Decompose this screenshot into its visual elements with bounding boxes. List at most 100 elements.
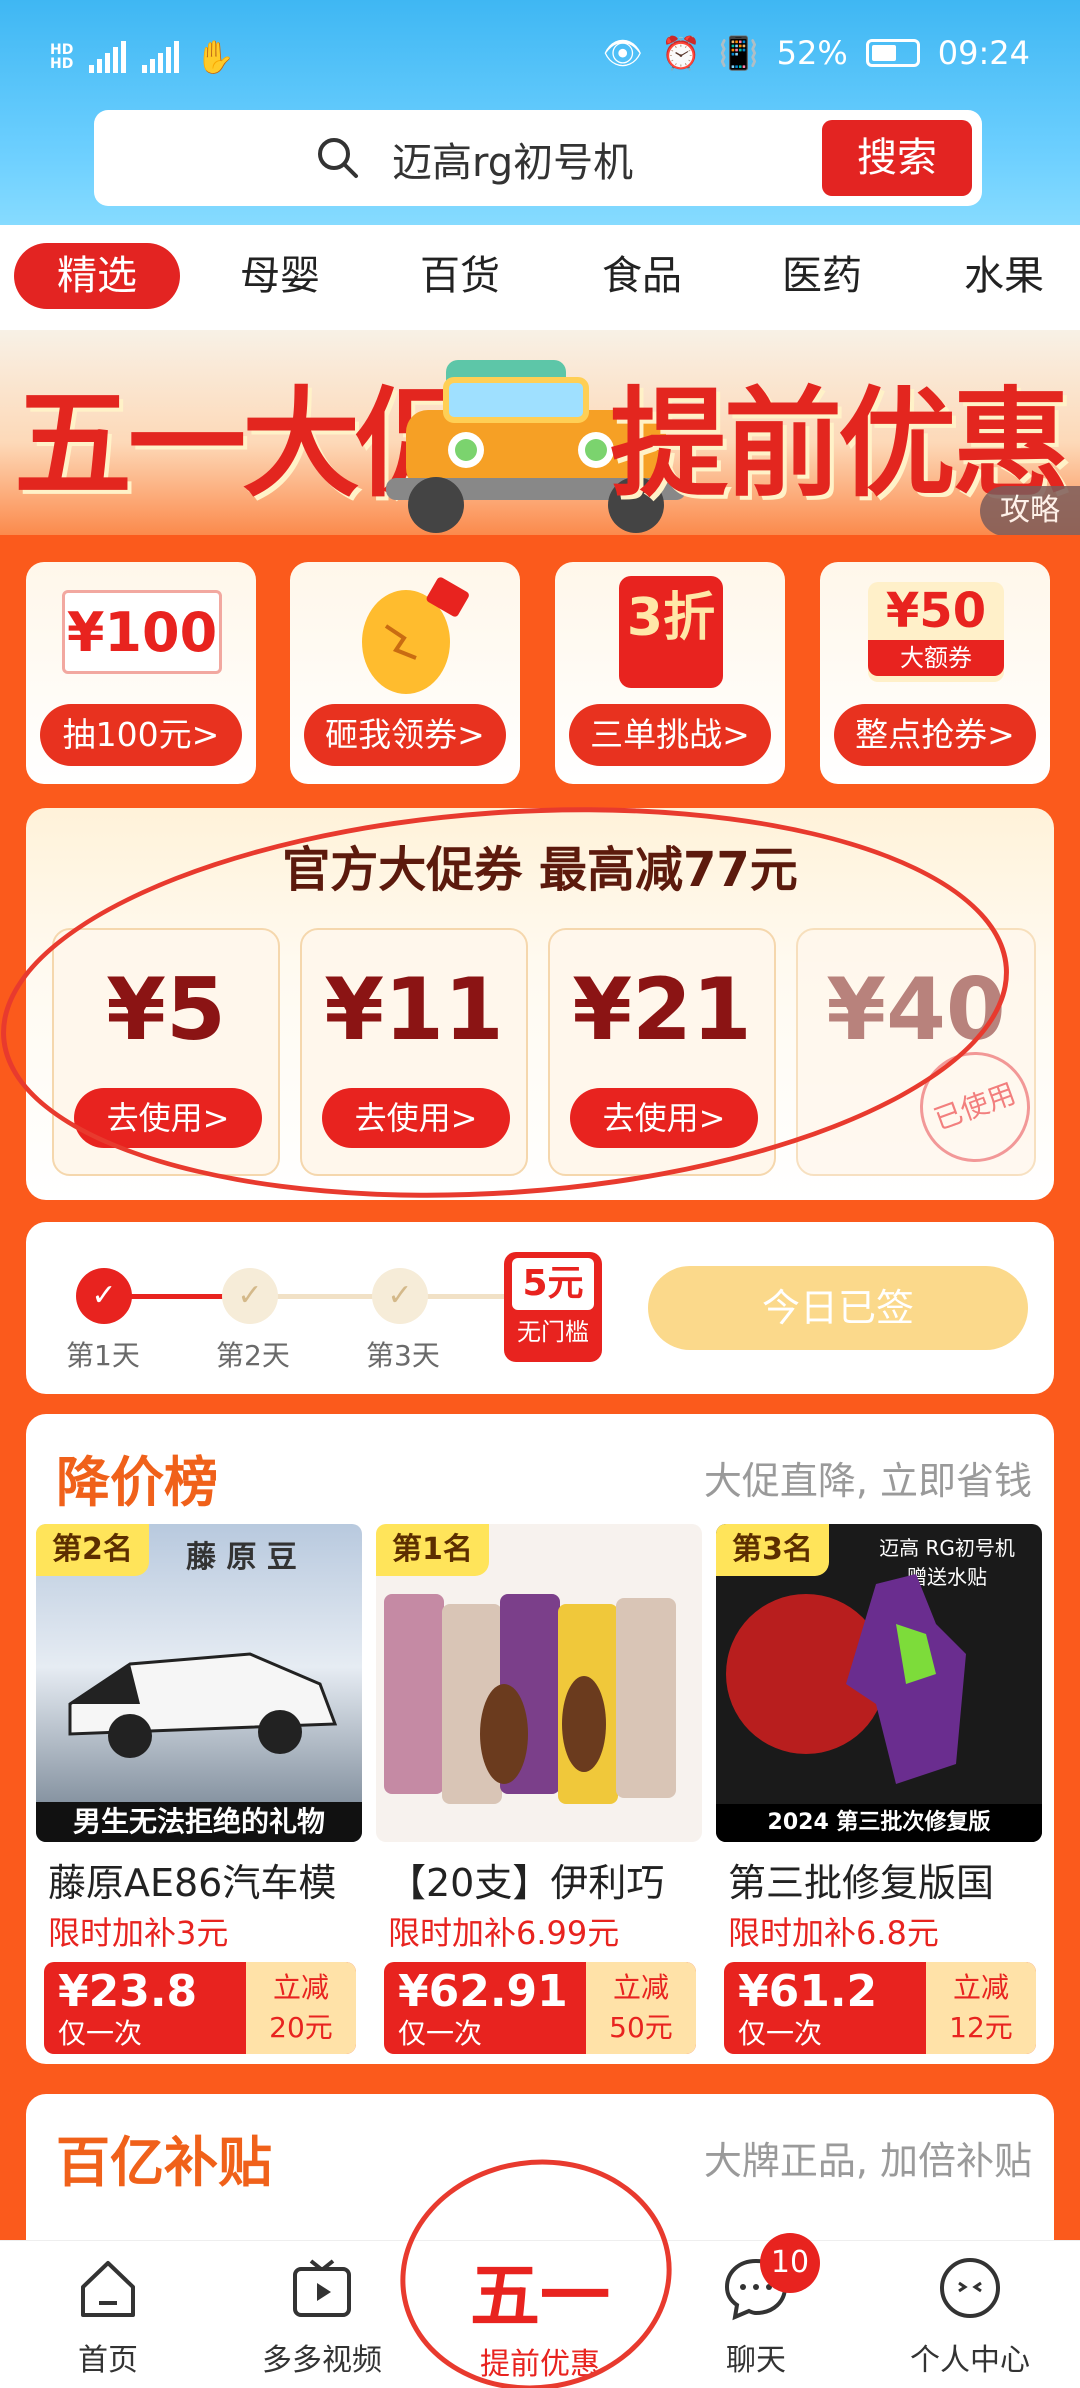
feature-smash-egg[interactable]: 砸我领券> bbox=[290, 562, 520, 784]
once-label: 仅一次 bbox=[398, 2017, 483, 2050]
reward-desc: 无门槛 bbox=[517, 1318, 589, 1346]
tab-home[interactable]: 首页 bbox=[18, 2253, 198, 2379]
tab-jingxuan[interactable]: 精选 bbox=[14, 243, 180, 309]
cut-badge: 立减 12元 bbox=[926, 1962, 1036, 2054]
day-label: 第3天 bbox=[366, 1339, 440, 1372]
search-icon bbox=[318, 138, 358, 178]
signal-icon bbox=[89, 41, 127, 73]
feature-hourly-coupon[interactable]: ¥50 大额券 整点抢券> bbox=[820, 562, 1050, 784]
product-name: 藤原AE86汽车模 bbox=[48, 1861, 337, 1905]
feature-draw-100[interactable]: ¥100 抽100元> bbox=[26, 562, 256, 784]
tab-label: 首页 bbox=[78, 2343, 138, 2378]
once-label: 仅一次 bbox=[738, 2017, 823, 2050]
vibrate-icon: 📳 bbox=[718, 34, 759, 72]
product-card[interactable]: 藤 原 豆 男生无法拒绝的礼物 第2名 藤原AE86汽车模 限时加补3元 ¥23… bbox=[36, 1524, 362, 2056]
once-label: 仅一次 bbox=[58, 2017, 143, 2050]
home-icon bbox=[81, 2261, 135, 2317]
tab-yiyao[interactable]: 医药 bbox=[752, 243, 892, 309]
price-box: ¥62.91 仅一次 立减 50元 bbox=[384, 1962, 696, 2054]
price-drop-list: 降价榜 大促直降, 立即省钱 藤 原 豆 男生无法拒绝的礼物 第2名 藤原AE8… bbox=[26, 1414, 1054, 2064]
unread-badge: 10 bbox=[760, 2233, 820, 2293]
battery-icon bbox=[865, 39, 920, 67]
product-card[interactable]: 第1名 【20支】伊利巧 限时加补6.99元 ¥62.91 仅一次 立减 50元 bbox=[376, 1524, 702, 2056]
search-button[interactable]: 搜索 bbox=[822, 120, 972, 196]
progress-line bbox=[426, 1294, 506, 1299]
daily-signin-panel: ✓ ✓ ✓ 第1天 第2天 第3天 5元 无门槛 今日已签 bbox=[26, 1222, 1054, 1394]
tab-muying[interactable]: 母婴 bbox=[210, 243, 350, 309]
signal-icon bbox=[142, 41, 180, 73]
profile-icon bbox=[940, 2258, 1000, 2318]
golden-egg-icon bbox=[362, 577, 469, 694]
rank-badge: 第2名 bbox=[36, 1524, 149, 1576]
product-subsidy: 限时加补6.8元 bbox=[728, 1914, 939, 1952]
progress-line bbox=[276, 1294, 376, 1299]
eye-icon: 👁 bbox=[602, 34, 643, 72]
tab-shuiguo[interactable]: 水果 bbox=[934, 243, 1074, 309]
feature-label: 三单挑战> bbox=[569, 704, 771, 766]
product-card[interactable]: 迈高 RG初号机 赠送水贴 2024 第三批次修复版 第3名 第三批修复版国 限… bbox=[716, 1524, 1042, 2056]
tab-profile[interactable]: 个人中心 bbox=[880, 2253, 1060, 2379]
cut-value: 50元 bbox=[609, 2011, 673, 2044]
car-model-icon bbox=[68, 1652, 338, 1758]
coupon-50-amount: ¥50 bbox=[885, 583, 987, 639]
battery-percent: 52% bbox=[776, 34, 848, 72]
hand-icon: ✋ bbox=[195, 38, 236, 76]
video-icon bbox=[293, 2259, 351, 2317]
tab-baihuo[interactable]: 百货 bbox=[390, 243, 530, 309]
signed-today-button[interactable]: 今日已签 bbox=[648, 1266, 1028, 1350]
tab-label: 个人中心 bbox=[910, 2343, 1030, 2378]
cut-value: 12元 bbox=[949, 2011, 1013, 2044]
alarm-icon: ⏰ bbox=[660, 34, 701, 72]
coupon-50-icon: ¥50 大额券 bbox=[868, 582, 1004, 682]
day-label: 第1天 bbox=[66, 1339, 140, 1372]
category-tabs: 精选 母婴 百货 食品 医药 水果 bbox=[0, 225, 1080, 330]
tab-label: 多多视频 bbox=[262, 2343, 382, 2378]
section-subtitle: 大促直降, 立即省钱 bbox=[703, 1459, 1032, 1503]
feature-label: 砸我领券> bbox=[304, 704, 506, 766]
cut-label: 立减 bbox=[272, 1971, 329, 2004]
section-title: 降价榜 bbox=[56, 1451, 218, 1514]
robot-figure-icon bbox=[726, 1574, 966, 1784]
discount-packet-icon: 3折 bbox=[619, 576, 723, 688]
feature-three-orders[interactable]: 3折 三单挑战> bbox=[555, 562, 785, 784]
section-subtitle: 大牌正品, 加倍补贴 bbox=[703, 2139, 1032, 2183]
check-icon: ✓ bbox=[222, 1268, 278, 1324]
day-label: 第2天 bbox=[216, 1339, 290, 1372]
reward-amount: 5元 bbox=[512, 1258, 594, 1310]
rank-badge: 第3名 bbox=[716, 1524, 829, 1576]
rank-badge: 第1名 bbox=[376, 1524, 489, 1576]
tab-chat[interactable]: 10 聊天 bbox=[666, 2233, 846, 2379]
product-caption: 2024 第三批次修复版 bbox=[716, 1804, 1042, 1842]
promo-banner[interactable]: 五一大促 提前优惠 攻略 bbox=[0, 330, 1080, 535]
top-header: HD HD ✋ 👁 ⏰ 📳 52% 09:24 迈高rg初号机 搜索 bbox=[0, 0, 1080, 225]
feature-label: 抽100元> bbox=[40, 704, 242, 766]
cut-badge: 立减 50元 bbox=[586, 1962, 696, 2054]
cut-label: 立减 bbox=[612, 1971, 669, 2004]
search-input[interactable]: 迈高rg初号机 bbox=[392, 130, 633, 188]
ice-cream-bars-icon bbox=[384, 1594, 676, 1804]
price-box: ¥61.2 仅一次 立减 12元 bbox=[724, 1962, 1036, 2054]
coupon-50-label: 大额券 bbox=[868, 640, 1004, 676]
product-subsidy: 限时加补6.99元 bbox=[388, 1914, 620, 1952]
product-subsidy: 限时加补3元 bbox=[48, 1914, 229, 1952]
product-name: 第三批修复版国 bbox=[728, 1861, 995, 1905]
price-box: ¥23.8 仅一次 立减 20元 bbox=[44, 1962, 356, 2054]
product-price: ¥62.91 bbox=[398, 1966, 568, 2017]
guide-button[interactable]: 攻略 bbox=[980, 486, 1080, 535]
tab-label: 聊天 bbox=[726, 2343, 786, 2378]
cut-value: 20元 bbox=[269, 2011, 333, 2044]
reward-tag: 5元 无门槛 bbox=[504, 1252, 602, 1362]
cut-badge: 立减 20元 bbox=[246, 1962, 356, 2054]
cut-label: 立减 bbox=[952, 1971, 1009, 2004]
tab-videos[interactable]: 多多视频 bbox=[232, 2253, 412, 2379]
search-bar[interactable]: 迈高rg初号机 搜索 bbox=[94, 110, 982, 206]
tab-shipin[interactable]: 食品 bbox=[572, 243, 712, 309]
clock: 09:24 bbox=[937, 34, 1030, 72]
check-icon: ✓ bbox=[372, 1268, 428, 1324]
section-title: 百亿补贴 bbox=[56, 2131, 272, 2194]
feature-label: 整点抢券> bbox=[834, 704, 1036, 766]
progress-line bbox=[122, 1294, 232, 1299]
hd-indicator: HD HD bbox=[50, 42, 74, 72]
product-caption: 男生无法拒绝的礼物 bbox=[36, 1802, 362, 1842]
product-price: ¥23.8 bbox=[58, 1966, 198, 2017]
